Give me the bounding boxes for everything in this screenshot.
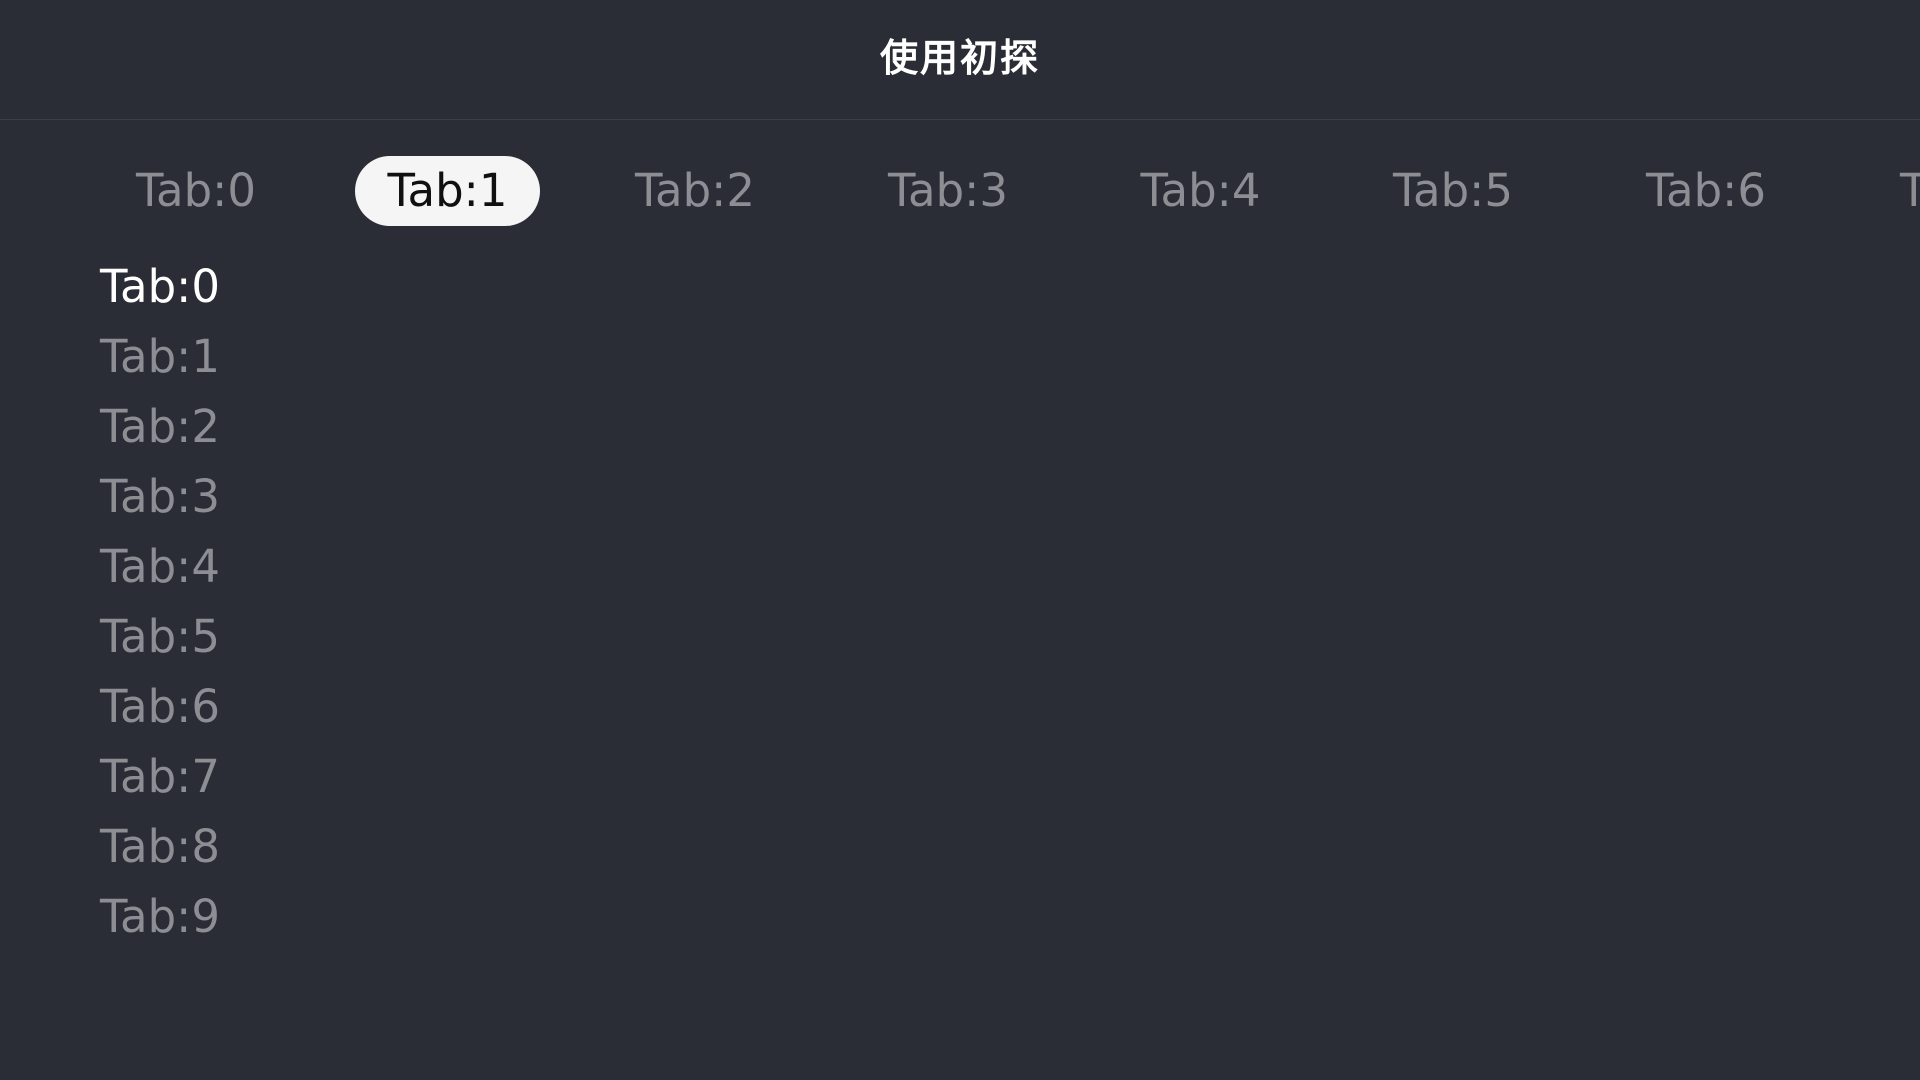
- tab-6[interactable]: Tab:6: [1638, 156, 1774, 226]
- tab-content-list: Tab:0 Tab:1 Tab:2 Tab:3 Tab:4 Tab:5 Tab:…: [100, 252, 500, 952]
- tab-7-partial[interactable]: T: [1900, 156, 1920, 226]
- list-item-tab-5[interactable]: Tab:5: [100, 602, 500, 672]
- list-item-tab-6[interactable]: Tab:6: [100, 672, 500, 742]
- list-item-tab-1[interactable]: Tab:1: [100, 322, 500, 392]
- tab-1[interactable]: Tab:1: [355, 156, 540, 226]
- title-bar: 使用初探: [0, 0, 1920, 120]
- app-window: 使用初探 Tab:0 Tab:1 Tab:2 Tab:3 Tab:4 Tab:5…: [0, 0, 1920, 1080]
- list-item-tab-4[interactable]: Tab:4: [100, 532, 500, 602]
- list-item-tab-2[interactable]: Tab:2: [100, 392, 500, 462]
- tab-3[interactable]: Tab:3: [880, 156, 1016, 226]
- list-item-tab-8[interactable]: Tab:8: [100, 812, 500, 882]
- tab-bar: Tab:0 Tab:1 Tab:2 Tab:3 Tab:4 Tab:5 Tab:…: [0, 156, 1920, 228]
- page-title: 使用初探: [879, 36, 1040, 80]
- list-item-tab-9[interactable]: Tab:9: [100, 882, 500, 952]
- tab-2[interactable]: Tab:2: [628, 156, 762, 226]
- list-item-tab-3[interactable]: Tab:3: [100, 462, 500, 532]
- tab-4[interactable]: Tab:4: [1132, 156, 1269, 226]
- tab-5[interactable]: Tab:5: [1385, 156, 1521, 226]
- tab-0[interactable]: Tab:0: [128, 156, 264, 226]
- list-item-tab-0[interactable]: Tab:0: [100, 252, 500, 322]
- list-item-tab-7[interactable]: Tab:7: [100, 742, 500, 812]
